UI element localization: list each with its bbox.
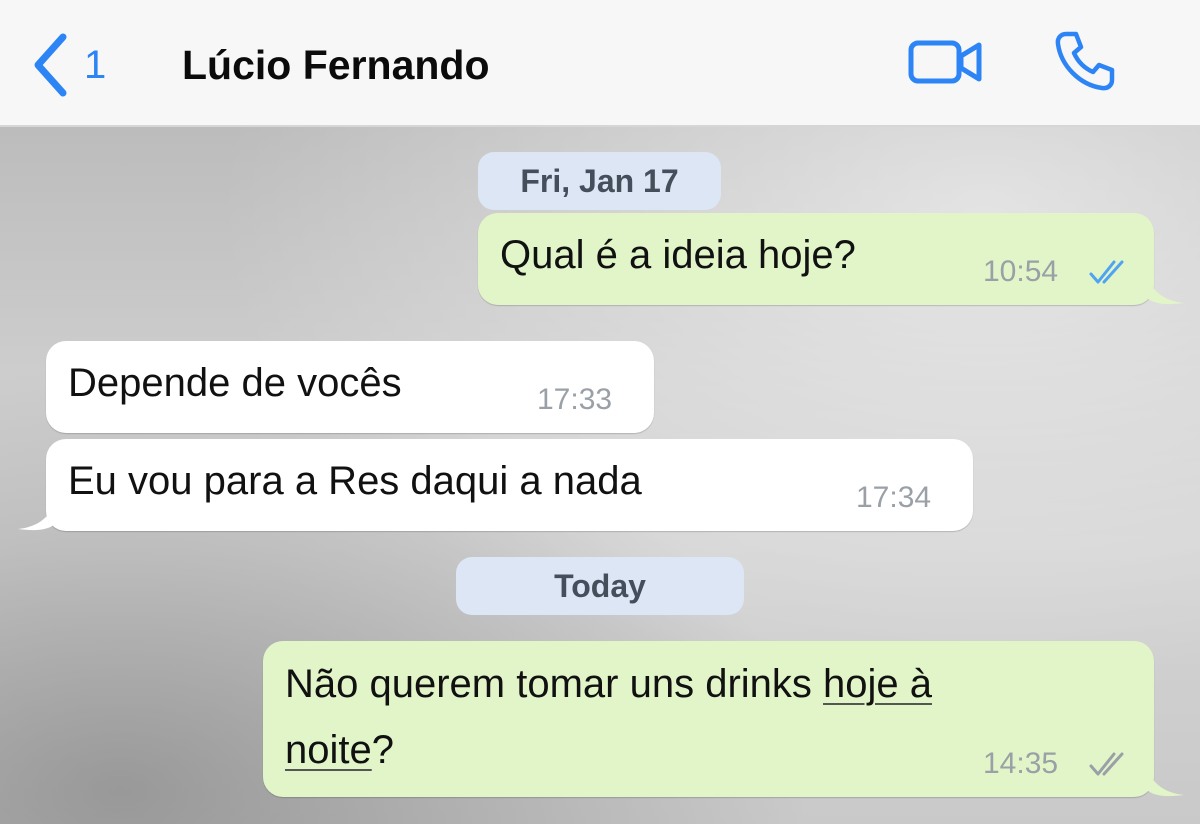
outgoing-message[interactable]: Não querem tomar uns drinks hoje à noite… <box>263 641 1154 797</box>
message-text-segment: Não querem tomar uns drinks <box>285 662 824 706</box>
message-text: Eu vou para a Res daqui a nada <box>68 459 642 503</box>
bubble-tail <box>18 501 56 531</box>
message-time: 17:34 <box>856 481 932 514</box>
chevron-left-icon <box>34 33 67 97</box>
chat-area[interactable]: Fri, Jan 17 Qual é a ideia hoje? 10:54 D… <box>0 127 1200 824</box>
message-text-line2: noite? <box>285 717 394 783</box>
chat-header: 1 Lúcio Fernando <box>0 0 1200 127</box>
video-call-button[interactable] <box>908 38 984 91</box>
delivered-receipt-icon <box>1089 752 1124 776</box>
voice-call-button[interactable] <box>1052 28 1118 99</box>
unread-count: 1 <box>84 43 107 87</box>
read-receipt-icon <box>1089 260 1124 284</box>
message-time: 14:35 <box>983 747 1059 780</box>
phone-icon <box>1055 31 1115 91</box>
back-button[interactable]: 1 <box>30 30 130 100</box>
bubble-tail <box>1146 767 1184 797</box>
message-text-segment: ? <box>371 728 394 772</box>
message-text: Depende de vocês <box>68 361 402 405</box>
date-label: Today <box>554 567 646 604</box>
message-time: 17:33 <box>537 383 613 416</box>
message-text: Não querem tomar uns drinks hoje à <box>285 651 932 717</box>
incoming-message[interactable]: Depende de vocês 17:33 <box>46 341 654 433</box>
incoming-message[interactable]: Eu vou para a Res daqui a nada 17:34 <box>46 439 973 531</box>
contact-name[interactable]: Lúcio Fernando <box>182 40 490 90</box>
date-time-link[interactable]: hoje à <box>823 662 932 706</box>
date-separator: Fri, Jan 17 <box>478 152 721 210</box>
outgoing-message[interactable]: Qual é a ideia hoje? 10:54 <box>478 213 1154 305</box>
message-time: 10:54 <box>983 255 1059 288</box>
message-text: Qual é a ideia hoje? <box>500 233 856 277</box>
video-camera-icon <box>908 40 982 84</box>
date-time-link[interactable]: noite <box>285 728 372 772</box>
date-label: Fri, Jan 17 <box>520 162 679 199</box>
date-separator: Today <box>456 557 744 615</box>
bubble-tail <box>1146 275 1184 305</box>
